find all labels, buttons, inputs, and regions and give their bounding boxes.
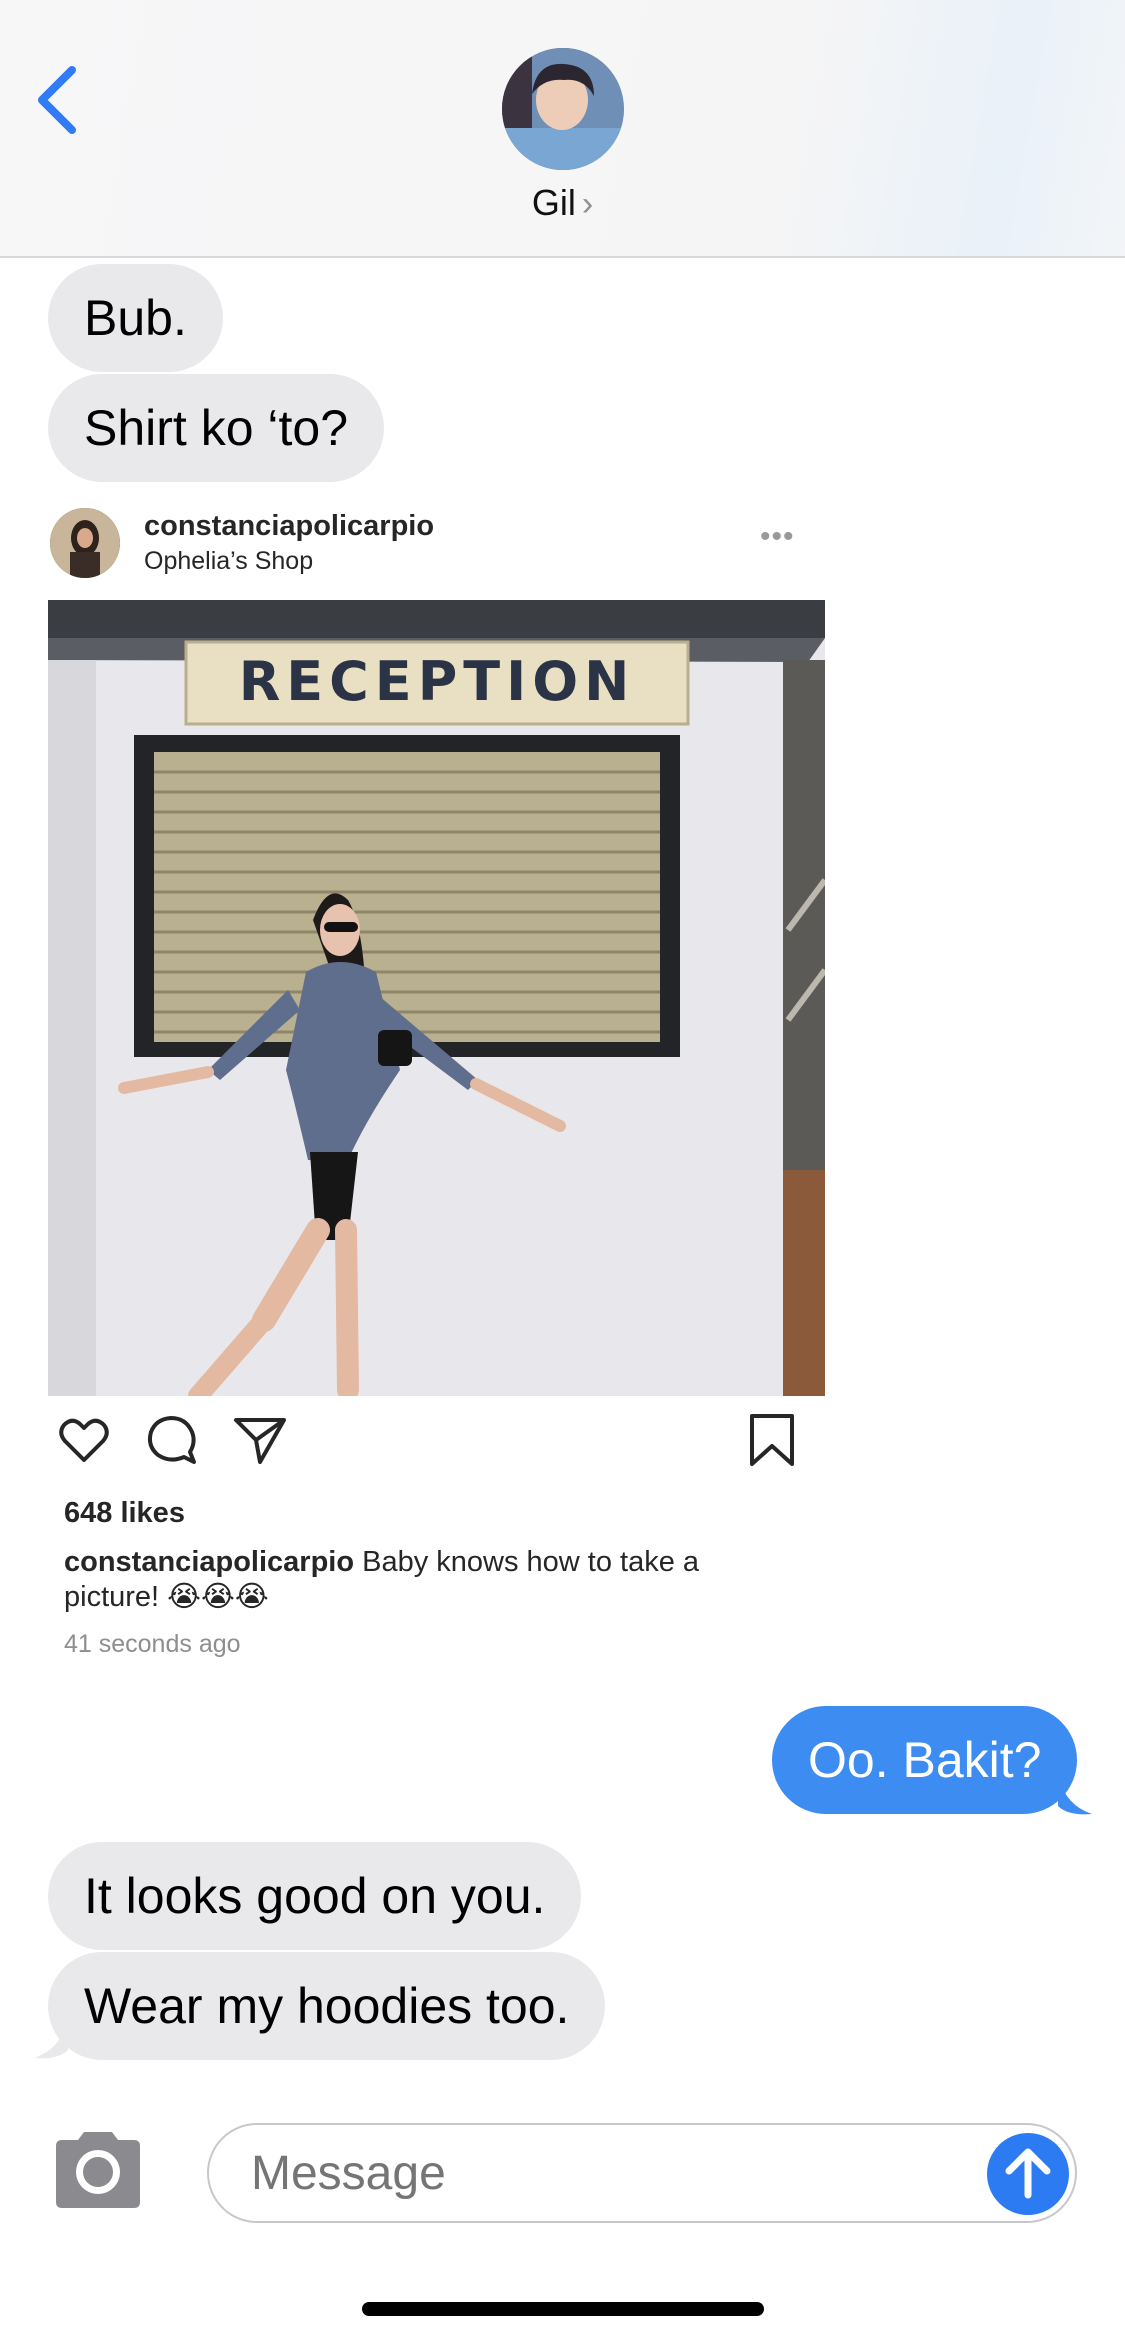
- bubble-tail-sent: [1058, 1770, 1092, 1815]
- bookmark-icon[interactable]: [744, 1412, 800, 1468]
- instagram-avatar-photo: [50, 508, 120, 578]
- post-image: RECEPTION: [48, 600, 825, 1396]
- caption-username[interactable]: constanciapolicarpio: [64, 1546, 354, 1578]
- message-bubble-received[interactable]: Bub.: [48, 264, 223, 372]
- post-caption: constanciapolicarpio Baby knows how to t…: [64, 1545, 764, 1615]
- contact-name-button[interactable]: Gil ›: [0, 182, 1125, 224]
- camera-icon: [56, 2132, 140, 2208]
- contact-avatar[interactable]: [502, 48, 624, 170]
- message-bubble-sent[interactable]: Oo. Bakit?: [772, 1706, 1078, 1814]
- post-timestamp: 41 seconds ago: [64, 1630, 241, 1658]
- instagram-avatar[interactable]: [50, 508, 120, 578]
- contact-name: Gil: [531, 182, 576, 223]
- arrow-up-icon: [1005, 2148, 1051, 2199]
- bubble-tail-received: [34, 2014, 68, 2059]
- instagram-location: Ophelia’s Shop: [144, 547, 314, 575]
- message-bubble-received[interactable]: It looks good on you.: [48, 1842, 582, 1950]
- conversation-header: Gil ›: [0, 0, 1125, 258]
- comment-icon[interactable]: [144, 1412, 200, 1468]
- message-input[interactable]: [207, 2123, 1077, 2223]
- chevron-right-icon: ›: [581, 185, 594, 223]
- more-options-icon[interactable]: •••: [760, 520, 795, 554]
- message-bubble-received[interactable]: Shirt ko ‘to?: [48, 374, 385, 482]
- chevron-left-icon: [38, 66, 76, 134]
- home-indicator[interactable]: [362, 2302, 764, 2316]
- camera-button[interactable]: [48, 2130, 148, 2210]
- message-bubble-received[interactable]: Wear my hoodies too.: [48, 1952, 606, 2060]
- instagram-post-photo[interactable]: RECEPTION: [48, 600, 825, 1396]
- like-icon[interactable]: [56, 1412, 112, 1468]
- reception-sign: RECEPTION: [239, 650, 636, 713]
- share-icon[interactable]: [232, 1412, 288, 1468]
- send-button[interactable]: [987, 2133, 1069, 2215]
- avatar-photo: [502, 48, 624, 170]
- instagram-username[interactable]: constanciapolicarpio: [144, 510, 434, 543]
- back-button[interactable]: [30, 60, 90, 140]
- likes-count[interactable]: 648 likes: [64, 1497, 185, 1530]
